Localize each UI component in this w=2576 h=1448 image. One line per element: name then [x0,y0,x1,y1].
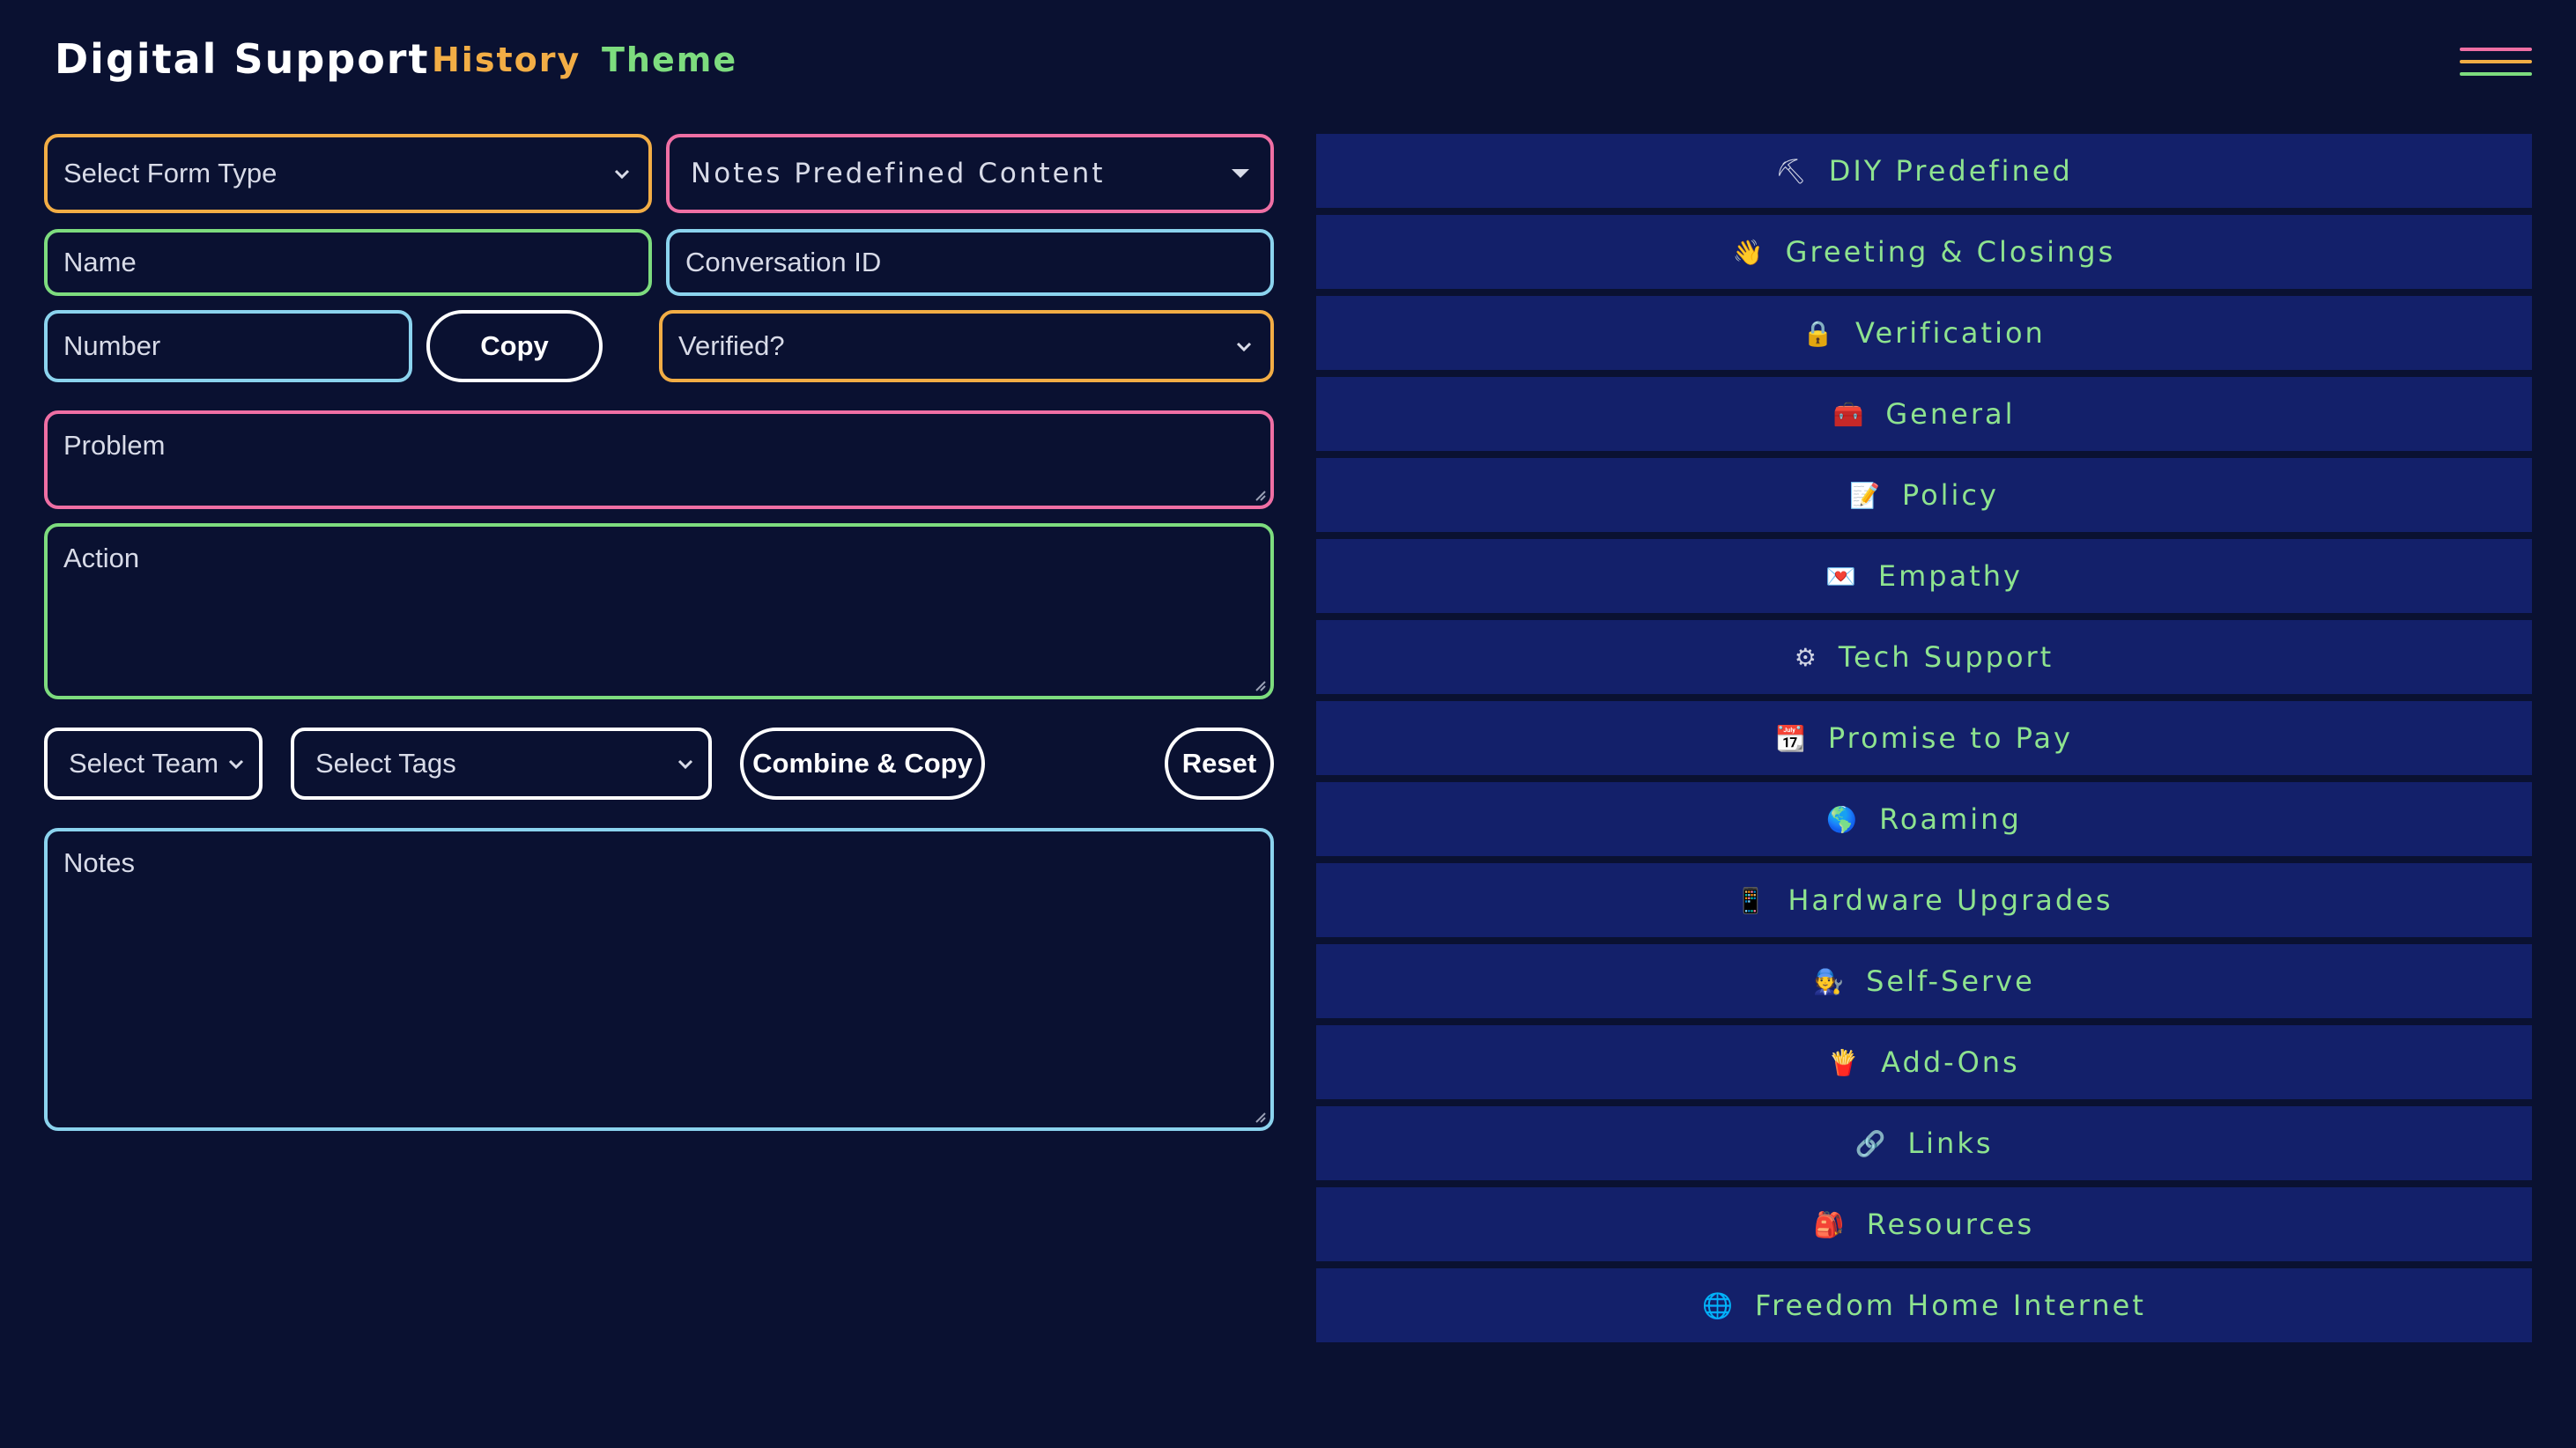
globe-americas-icon: 🌎 [1826,804,1861,834]
resize-grip-icon[interactable] [1251,1108,1267,1124]
category-links[interactable]: 🔗 Links [1316,1106,2532,1180]
mechanic-icon: 🧑‍🔧 [1813,966,1847,996]
number-field-placeholder: Number [63,330,161,361]
category-hardware-upgrades[interactable]: 📱 Hardware Upgrades [1316,863,2532,937]
waving-hand-icon: 👋 [1732,237,1766,267]
caret-down-icon [1232,169,1249,178]
combine-copy-button[interactable]: Combine & Copy [740,728,985,800]
number-field[interactable]: Number [44,310,412,382]
name-field-placeholder: Name [63,247,137,277]
category-label: General [1885,397,2016,431]
love-letter-icon: 💌 [1825,561,1859,591]
pick-icon: ⛏ [1775,156,1810,186]
menu-hamburger-icon[interactable] [2460,48,2532,78]
category-add-ons[interactable]: 🍟 Add-Ons [1316,1025,2532,1099]
conversation-id-placeholder: Conversation ID [685,247,882,277]
category-freedom-home-internet[interactable]: 🌐 Freedom Home Internet [1316,1268,2532,1342]
notes-textarea[interactable]: Notes [44,828,1274,1131]
category-label: Add-Ons [1881,1045,2020,1079]
predefined-content-value: Notes Predefined Content [691,158,1106,189]
notes-placeholder: Notes [63,847,135,878]
category-label: Greeting & Closings [1785,235,2116,269]
team-select[interactable]: Select Team [44,728,263,800]
category-tech-support[interactable]: ⚙ Tech Support [1316,620,2532,694]
copy-button[interactable]: Copy [426,310,603,382]
category-self-serve[interactable]: 🧑‍🔧 Self-Serve [1316,944,2532,1018]
resize-grip-icon[interactable] [1251,676,1267,692]
category-label: Empathy [1877,559,2023,593]
category-roaming[interactable]: 🌎 Roaming [1316,782,2532,856]
category-diy-predefined[interactable]: ⛏ DIY Predefined [1316,134,2532,208]
nav-theme-link[interactable]: Theme [602,41,737,79]
problem-placeholder: Problem [63,430,166,461]
category-empathy[interactable]: 💌 Empathy [1316,539,2532,613]
verified-select[interactable]: Verified? [659,310,1274,382]
tags-select[interactable]: Select Tags [291,728,712,800]
name-field[interactable]: Name [44,229,652,296]
action-placeholder: Action [63,543,140,573]
category-resources[interactable]: 🎒 Resources [1316,1187,2532,1261]
category-label: Hardware Upgrades [1788,883,2113,917]
category-label: Resources [1866,1208,2035,1241]
form-type-select-value: Select Form Type [63,158,278,188]
category-label: Freedom Home Internet [1755,1289,2146,1322]
chevron-down-icon [614,169,630,180]
predefined-content-select[interactable]: Notes Predefined Content [666,134,1274,213]
fries-icon: 🍟 [1828,1047,1862,1077]
category-label: Verification [1855,316,2046,350]
category-general[interactable]: 🧰 General [1316,377,2532,451]
problem-textarea[interactable]: Problem [44,410,1274,509]
category-promise-to-pay[interactable]: 📆 Promise to Pay [1316,701,2532,775]
team-select-value: Select Team [69,748,219,779]
category-greeting-closings[interactable]: 👋 Greeting & Closings [1316,215,2532,289]
globe-icon: 🌐 [1702,1290,1736,1320]
category-label: Promise to Pay [1827,721,2073,755]
conversation-id-field[interactable]: Conversation ID [666,229,1274,296]
chevron-down-icon [1236,342,1252,352]
nav-history-link[interactable]: History [432,41,581,79]
reset-button[interactable]: Reset [1165,728,1274,800]
category-verification[interactable]: 🔒 Verification [1316,296,2532,370]
verified-select-value: Verified? [678,330,785,361]
gear-icon: ⚙ [1794,642,1819,672]
resize-grip-icon[interactable] [1251,486,1267,502]
category-label: Tech Support [1838,640,2054,674]
category-label: DIY Predefined [1828,154,2073,188]
category-label: Policy [1901,478,1999,512]
chevron-down-icon [228,759,244,770]
category-label: Links [1907,1127,1994,1160]
memo-icon: 📝 [1849,480,1883,510]
toolbox-icon: 🧰 [1832,399,1867,429]
tags-select-value: Select Tags [315,748,456,779]
form-type-select[interactable]: Select Form Type [44,134,652,213]
action-textarea[interactable]: Action [44,523,1274,699]
brand-title: Digital Support [55,35,430,83]
link-icon: 🔗 [1854,1128,1889,1158]
category-label: Self-Serve [1866,964,2035,998]
app-header: Digital Support History Theme [0,0,2576,123]
calendar-icon: 📆 [1775,723,1809,753]
mobile-phone-icon: 📱 [1735,885,1769,915]
category-policy[interactable]: 📝 Policy [1316,458,2532,532]
backpack-icon: 🎒 [1813,1209,1847,1239]
chevron-down-icon [677,759,693,770]
lock-icon: 🔒 [1802,318,1837,348]
category-label: Roaming [1879,802,2022,836]
